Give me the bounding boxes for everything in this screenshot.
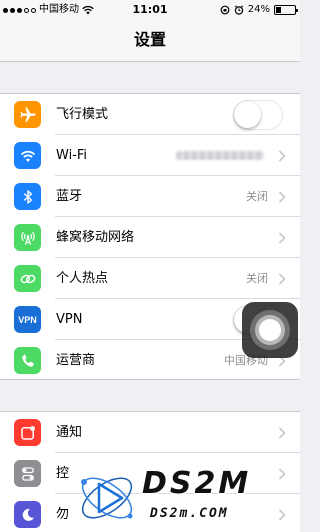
- cellular-icon: [14, 224, 41, 251]
- moon-icon: [14, 501, 41, 528]
- control-center-icon: [14, 460, 41, 487]
- wifi-icon: [14, 142, 41, 169]
- airplane-icon: [14, 101, 41, 128]
- cell-label: 运营商: [56, 353, 96, 368]
- cell-label: 控: [56, 466, 70, 481]
- hotspot-icon: [14, 265, 41, 292]
- cell-label: 蓝牙: [56, 189, 83, 204]
- vpn-icon-text: VPN: [18, 314, 37, 325]
- cell-value: 关闭: [246, 272, 268, 285]
- cell-value: 关闭: [246, 190, 268, 203]
- cell-label: VPN: [56, 312, 83, 327]
- cell-label: 通知: [56, 425, 83, 440]
- notifications-icon: [14, 419, 41, 446]
- battery-icon: [274, 5, 298, 15]
- chevron-right-icon: [278, 273, 286, 285]
- page-title: 设置: [133, 30, 166, 49]
- cell-label: 蜂窝移动网络: [56, 230, 135, 245]
- status-bar: 中国移动 11:01 24%: [0, 0, 300, 20]
- cell-bluetooth[interactable]: 蓝牙 关闭: [0, 176, 300, 217]
- assistive-ring-inner: [259, 319, 281, 341]
- navigation-bar: 设置: [0, 20, 300, 62]
- chevron-right-icon: [278, 150, 286, 162]
- cell-personal-hotspot[interactable]: 个人热点 关闭: [0, 258, 300, 299]
- wifi-network-name-obscured: [176, 151, 264, 160]
- assistive-touch-button[interactable]: [242, 302, 298, 358]
- phone-icon: [14, 347, 41, 374]
- cell-cellular[interactable]: 蜂窝移动网络: [0, 217, 300, 258]
- battery-fill: [276, 7, 281, 13]
- toggle-knob: [234, 101, 261, 128]
- chevron-right-icon: [278, 232, 286, 244]
- cell-label: 个人热点: [56, 271, 109, 286]
- cell-label: 飞行模式: [56, 107, 109, 122]
- watermark-url: DS2m.COM: [150, 506, 229, 521]
- watermark-logo-icon: [81, 477, 133, 519]
- cell-label: Wi-Fi: [56, 148, 88, 163]
- battery-percent: 24%: [247, 4, 270, 15]
- watermark: DS2M DS2m.COM: [72, 462, 300, 532]
- watermark-title: DS2M: [142, 466, 252, 501]
- vpn-icon: VPN: [14, 306, 41, 333]
- cell-label: 勿: [56, 507, 70, 522]
- chevron-right-icon: [278, 427, 286, 439]
- alarm-icon: [234, 5, 244, 15]
- cell-airplane-mode[interactable]: 飞行模式: [0, 94, 300, 135]
- cell-wifi[interactable]: Wi-Fi: [0, 135, 300, 176]
- cell-notifications[interactable]: 通知: [0, 412, 300, 453]
- bluetooth-icon: [14, 183, 41, 210]
- status-right: 24%: [220, 4, 298, 16]
- airplane-mode-toggle[interactable]: [233, 100, 283, 130]
- chevron-right-icon: [278, 191, 286, 203]
- rotation-lock-icon: [220, 5, 230, 15]
